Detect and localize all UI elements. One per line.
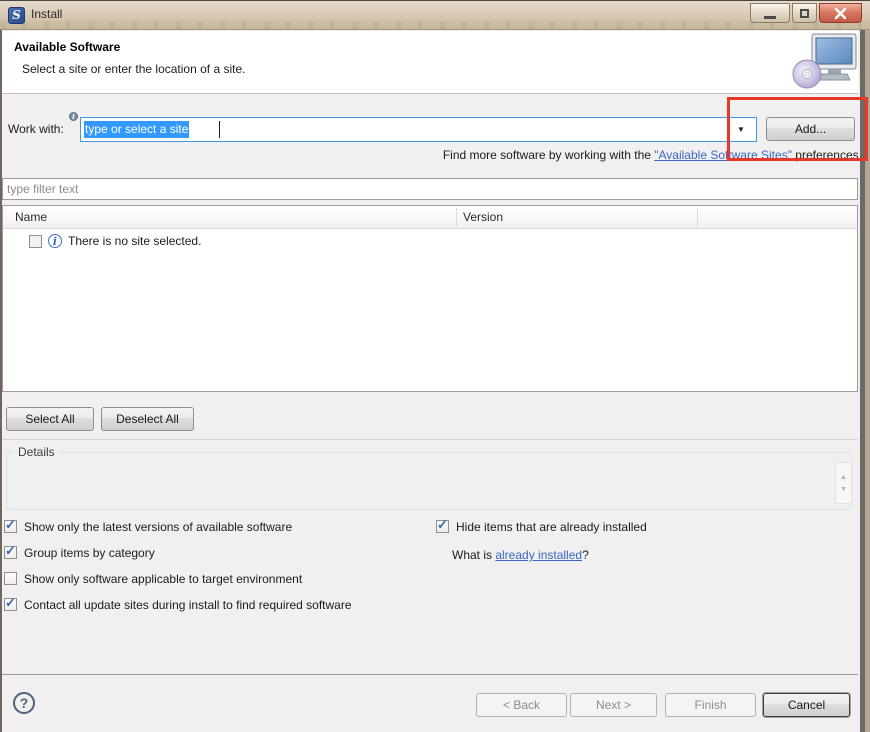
scroll-up-icon[interactable]: ▲ (840, 474, 847, 481)
option-checkbox[interactable] (4, 517, 17, 533)
software-table[interactable]: Name Version i There is no site selected… (2, 205, 858, 392)
option-group-by-category[interactable]: Group items by category (4, 543, 434, 562)
option-show-latest[interactable]: Show only the latest versions of availab… (4, 517, 434, 536)
scroll-down-icon[interactable]: ▼ (840, 486, 847, 493)
maximize-button[interactable] (792, 3, 817, 23)
section-divider (0, 439, 858, 440)
window-border-left (0, 0, 2, 732)
install-dialog-window: S Install Available Software Select a si… (0, 0, 870, 732)
titlebar[interactable]: S Install (0, 0, 870, 30)
row-label: There is no site selected. (68, 234, 202, 248)
maximize-icon (800, 8, 809, 18)
info-superscript-icon: i (69, 112, 78, 121)
close-button[interactable] (819, 3, 862, 23)
what-is-text: What is already installed? (452, 548, 589, 562)
work-with-combo[interactable]: type or select a site ▼ (80, 117, 757, 142)
option-checkbox[interactable] (4, 572, 17, 585)
page-subtitle: Select a site or enter the location of a… (22, 62, 246, 76)
option-label: Show only software applicable to target … (24, 572, 303, 586)
deselect-all-button[interactable]: Deselect All (101, 407, 194, 431)
what-is-suffix: ? (582, 548, 589, 562)
option-label: Hide items that are already installed (456, 520, 647, 534)
option-target-environment[interactable]: Show only software applicable to target … (4, 572, 434, 588)
help-button[interactable]: ? (13, 692, 35, 714)
row-checkbox[interactable] (29, 235, 42, 248)
column-header-name[interactable]: Name (15, 206, 47, 228)
info-icon: i (48, 234, 62, 248)
details-label: Details (14, 445, 59, 459)
option-contact-update-sites[interactable]: Contact all update sites during install … (4, 595, 434, 614)
work-with-label: Work with: (8, 122, 64, 136)
option-label: Contact all update sites during install … (24, 598, 352, 612)
page-title: Available Software (14, 40, 121, 54)
option-hide-installed[interactable]: Hide items that are already installed (436, 517, 856, 536)
what-is-prefix: What is (452, 548, 496, 562)
table-row[interactable]: i There is no site selected. (3, 232, 857, 252)
details-group (6, 452, 852, 510)
window-title: Install (31, 7, 63, 21)
option-checkbox[interactable] (436, 517, 449, 533)
install-software-icon (792, 33, 857, 89)
question-icon: ? (19, 695, 29, 711)
option-label: Show only the latest versions of availab… (24, 520, 293, 534)
details-scrollbar[interactable]: ▲ ▼ (835, 462, 852, 504)
wizard-header: Available Software Select a site or ente… (2, 31, 858, 94)
next-button[interactable]: Next > (570, 693, 657, 717)
cancel-button[interactable]: Cancel (763, 693, 850, 717)
already-installed-link[interactable]: already installed (495, 548, 582, 562)
footer-divider (0, 674, 870, 675)
option-label: Group items by category (24, 546, 155, 560)
column-header-version[interactable]: Version (463, 206, 503, 228)
close-icon (834, 7, 847, 19)
option-checkbox[interactable] (4, 595, 17, 611)
combo-selected-text[interactable]: type or select a site (84, 121, 190, 138)
select-all-button[interactable]: Select All (6, 407, 94, 431)
minimize-button[interactable] (750, 3, 790, 23)
annotation-rectangle (727, 97, 868, 161)
finish-button[interactable]: Finish (665, 693, 756, 717)
back-button[interactable]: < Back (476, 693, 567, 717)
minimize-icon (764, 15, 776, 19)
column-separator[interactable] (456, 208, 457, 227)
app-icon: S (8, 7, 25, 24)
table-header: Name Version (3, 206, 857, 229)
option-checkbox[interactable] (4, 543, 17, 559)
find-more-prefix: Find more software by working with the (442, 148, 655, 162)
column-separator[interactable] (697, 208, 698, 227)
filter-input[interactable] (2, 178, 858, 200)
titlebar-texture (0, 21, 870, 29)
text-caret (219, 121, 220, 138)
